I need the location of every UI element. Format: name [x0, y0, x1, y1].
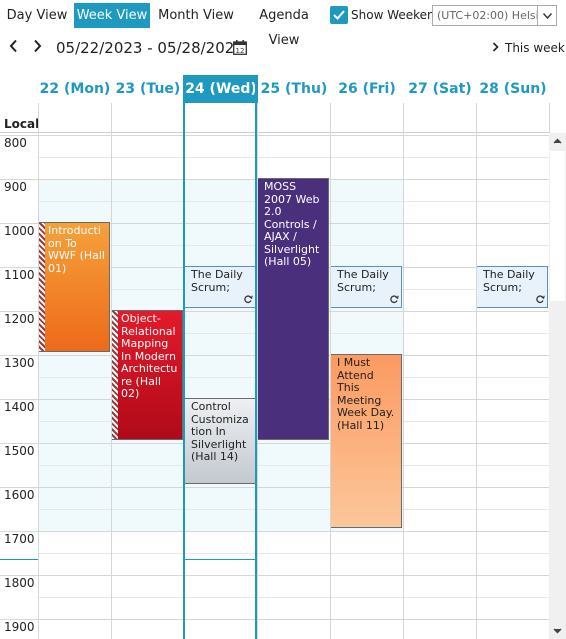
appointment-title: The Daily Scrum; — [483, 268, 535, 294]
day-column-divider — [111, 103, 112, 639]
appointment[interactable]: MOSS 2007 Web 2.0 Controls / AJAX / Silv… — [257, 178, 329, 440]
calendar-icon[interactable]: 12 — [233, 40, 247, 59]
chevron-right-icon — [34, 39, 42, 53]
half-hour-line — [38, 465, 549, 466]
hour-line — [0, 443, 549, 444]
day-header-6[interactable]: 27 (Sat) — [403, 75, 477, 103]
appointment[interactable]: I Must Attend This Meeting Week Day. (Ha… — [330, 354, 402, 528]
day-header-2[interactable]: 23 (Tue) — [111, 75, 185, 103]
appointment-title: Introduction To WWF (Hall 01) — [48, 224, 105, 275]
agenda-view-button[interactable]: Agenda View — [242, 3, 326, 48]
appointment[interactable]: Introduction To WWF (Hall 01) — [38, 222, 110, 352]
appointment-title: The Daily Scrum; — [191, 268, 243, 294]
half-hour-line — [38, 509, 549, 510]
day-header-1[interactable]: 22 (Mon) — [38, 75, 112, 103]
recurrence-icon — [536, 295, 545, 304]
time-grid[interactable]: 800 900 1000 1100 1200 1300 1400 1500 1600 1700 18… — [0, 133, 549, 639]
half-hour-line — [38, 157, 549, 158]
today-column-border-right — [255, 75, 257, 639]
scroll-down-button[interactable] — [549, 622, 566, 639]
day-view-button[interactable]: Day View — [4, 3, 70, 28]
show-weekend-checkbox[interactable] — [330, 6, 348, 24]
chevron-down-icon — [553, 628, 562, 634]
day-column-divider — [476, 103, 477, 639]
day-column-divider — [330, 103, 331, 639]
chevron-right-icon — [492, 42, 499, 52]
hour-label: 1600 — [4, 488, 35, 502]
toolbar: Day View Week View Month View Agenda Vie… — [0, 0, 566, 48]
hour-line — [0, 575, 549, 576]
timezone-column-label: Local — [4, 117, 40, 131]
hour-line — [0, 619, 549, 620]
half-hour-line — [38, 597, 549, 598]
day-header-7[interactable]: 28 (Sun) — [476, 75, 550, 103]
hour-label: 1400 — [4, 400, 35, 414]
scroll-thumb[interactable] — [550, 151, 565, 301]
appointment[interactable]: The Daily Scrum; — [476, 266, 548, 308]
day-column-divider — [257, 103, 258, 639]
day-header-3[interactable]: 24 (Wed) — [184, 75, 258, 103]
day-column-divider — [38, 103, 39, 639]
chevron-left-icon — [9, 39, 17, 53]
hour-label: 1100 — [4, 268, 35, 282]
date-range-label: 05/22/2023 - 05/28/2023 — [56, 39, 244, 57]
hour-line — [0, 135, 549, 136]
hour-label: 1900 — [4, 620, 35, 634]
month-view-button[interactable]: Month View — [156, 3, 236, 28]
hour-label: 1000 — [4, 224, 35, 238]
appointment-title: Control Customization In Silverlight (Ha… — [191, 400, 249, 463]
half-hour-line — [38, 553, 549, 554]
hour-label: 1700 — [4, 532, 35, 546]
next-week-button[interactable] — [33, 39, 42, 56]
hour-line — [0, 531, 549, 532]
calendar-icon-number: 12 — [236, 47, 245, 55]
scroll-up-button[interactable] — [549, 133, 566, 150]
hour-label: 1300 — [4, 356, 35, 370]
tentative-status-bar — [39, 223, 45, 351]
timezone-dropdown-button[interactable] — [538, 5, 557, 26]
scheduler: Day View Week View Month View Agenda Vie… — [0, 0, 566, 639]
appointment-title: I Must Attend This Meeting Week Day. (Ha… — [337, 356, 395, 432]
previous-week-button[interactable] — [9, 39, 18, 56]
appointment[interactable]: Object-Relational Mapping In Modern Arch… — [111, 310, 183, 440]
hour-label: 900 — [4, 180, 27, 194]
vertical-scrollbar[interactable] — [549, 133, 566, 639]
hour-label: 1500 — [4, 444, 35, 458]
hour-label: 1800 — [4, 576, 35, 590]
appointment-title: Object-Relational Mapping In Modern Arch… — [121, 312, 178, 400]
this-week-button[interactable]: This week — [492, 41, 565, 55]
appointment[interactable]: The Daily Scrum; — [184, 266, 256, 308]
appointment-title: The Daily Scrum; — [337, 268, 389, 294]
timezone-select[interactable]: (UTC+02:00) Helsink — [432, 5, 538, 26]
current-time-line — [184, 559, 257, 560]
recurrence-icon — [390, 295, 399, 304]
checkmark-icon — [333, 10, 345, 20]
appointment[interactable]: Control Customization In Silverlight (Ha… — [184, 398, 256, 484]
appointment[interactable]: The Daily Scrum; — [330, 266, 402, 308]
recurrence-icon — [244, 295, 253, 304]
day-header-5[interactable]: 26 (Fri) — [330, 75, 404, 103]
week-view-button[interactable]: Week View — [74, 3, 150, 28]
current-time-marker — [0, 559, 38, 560]
hour-label: 1200 — [4, 312, 35, 326]
hour-label: 800 — [4, 136, 27, 150]
tentative-status-bar — [112, 311, 118, 439]
chevron-up-icon — [553, 138, 562, 144]
day-column-divider — [403, 103, 404, 639]
today-column-border-left — [183, 75, 185, 639]
hour-line — [0, 487, 549, 488]
day-header-4[interactable]: 25 (Thu) — [257, 75, 331, 103]
date-navigation: 05/22/2023 - 05/28/2023 12 This week — [0, 31, 566, 65]
appointment-title: MOSS 2007 Web 2.0 Controls / AJAX / Silv… — [264, 180, 320, 268]
show-weekend-label[interactable]: Show Weekend — [351, 8, 442, 22]
this-week-label: This week — [505, 41, 565, 55]
all-day-row: Local — [0, 103, 549, 133]
chevron-down-icon — [543, 13, 552, 19]
